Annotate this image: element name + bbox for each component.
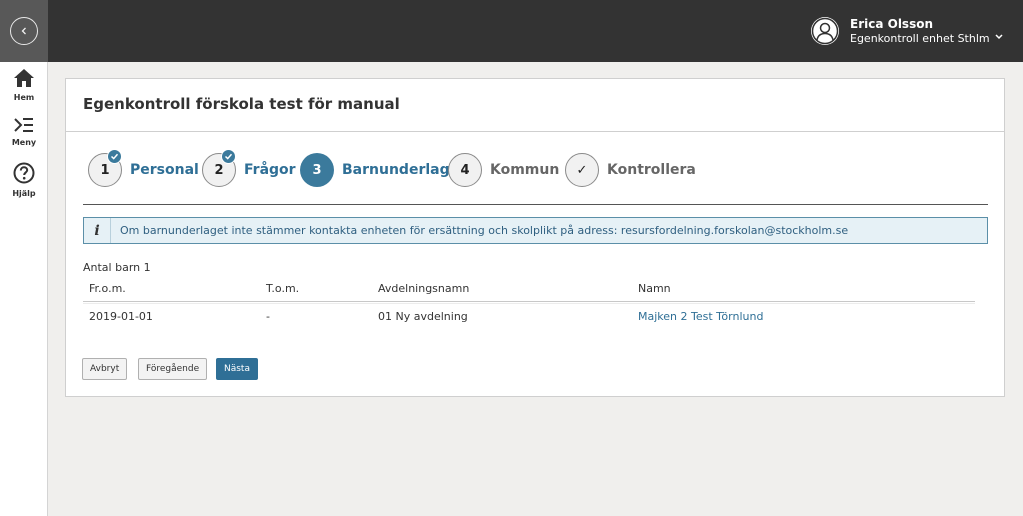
info-text: Om barnunderlaget inte stämmer kontakta … [120,224,849,237]
back-button[interactable] [10,17,38,45]
user-icon [811,17,839,45]
info-banner: i Om barnunderlaget inte stämmer kontakt… [83,217,988,244]
user-menu-toggle[interactable] [994,26,1004,45]
step-5-label[interactable]: Kontrollera [607,162,696,178]
help-icon [13,162,35,184]
rail-label-help: Hjälp [12,189,36,198]
rail-item-menu[interactable]: Meny [0,117,48,147]
main-card: Egenkontroll förskola test för manual 1 … [65,78,1005,397]
rail-label-menu: Meny [11,138,37,147]
cell-name-link[interactable]: Majken 2 Test Törnlund [638,310,763,323]
rail-item-home[interactable]: Hem [0,68,48,102]
previous-button[interactable]: Föregående [138,358,208,380]
step-5-check: ✓ [576,162,588,178]
side-rail: Hem Meny Hjälp [0,0,48,516]
cell-from: 2019-01-01 [89,310,153,323]
step-3-number: 3 [312,162,322,178]
step-3-circle[interactable]: 3 [300,153,334,187]
step-4-label[interactable]: Kommun [490,162,559,178]
step-1-label[interactable]: Personal [130,162,199,178]
steps-divider [83,204,988,205]
rail-item-help[interactable]: Hjälp [0,162,48,198]
chevron-left-icon [21,27,26,35]
user-name: Erica Olsson [850,17,934,31]
rail-label-home: Hem [13,93,35,102]
home-icon [14,69,34,87]
step-1-number: 1 [100,162,110,178]
next-button[interactable]: Nästa [216,358,258,380]
column-header-name: Namn [638,282,671,295]
child-count: Antal barn 1 [83,261,151,274]
step-3-label[interactable]: Barnunderlag [342,162,450,178]
page-title: Egenkontroll förskola test för manual [83,95,400,113]
title-divider [66,131,1004,132]
avatar[interactable] [811,17,839,45]
step-4-number: 4 [460,162,470,178]
rail-header [0,0,48,62]
step-2-number: 2 [214,162,224,178]
column-header-to: T.o.m. [266,282,300,295]
top-bar: Erica Olsson Egenkontroll enhet Sthlm [48,0,1023,62]
cell-department: 01 Ny avdelning [378,310,468,323]
step-2-label[interactable]: Frågor [244,162,296,178]
cell-to: - [266,310,270,323]
column-header-from: Fr.o.m. [89,282,126,295]
table-header-divider-shadow [83,303,975,304]
cancel-button[interactable]: Avbryt [82,358,128,380]
step-2-done-badge [221,149,236,164]
step-5-circle[interactable]: ✓ [565,153,599,187]
table-header-divider [83,301,975,302]
column-header-department: Avdelningsnamn [378,282,470,295]
user-unit: Egenkontroll enhet Sthlm [850,32,990,45]
step-4-circle[interactable]: 4 [448,153,482,187]
chevron-down-icon [995,34,1003,40]
step-1-done-badge [107,149,122,164]
check-icon [224,153,233,160]
menu-icon [14,118,33,132]
info-icon: i [84,218,111,243]
check-icon [110,153,119,160]
